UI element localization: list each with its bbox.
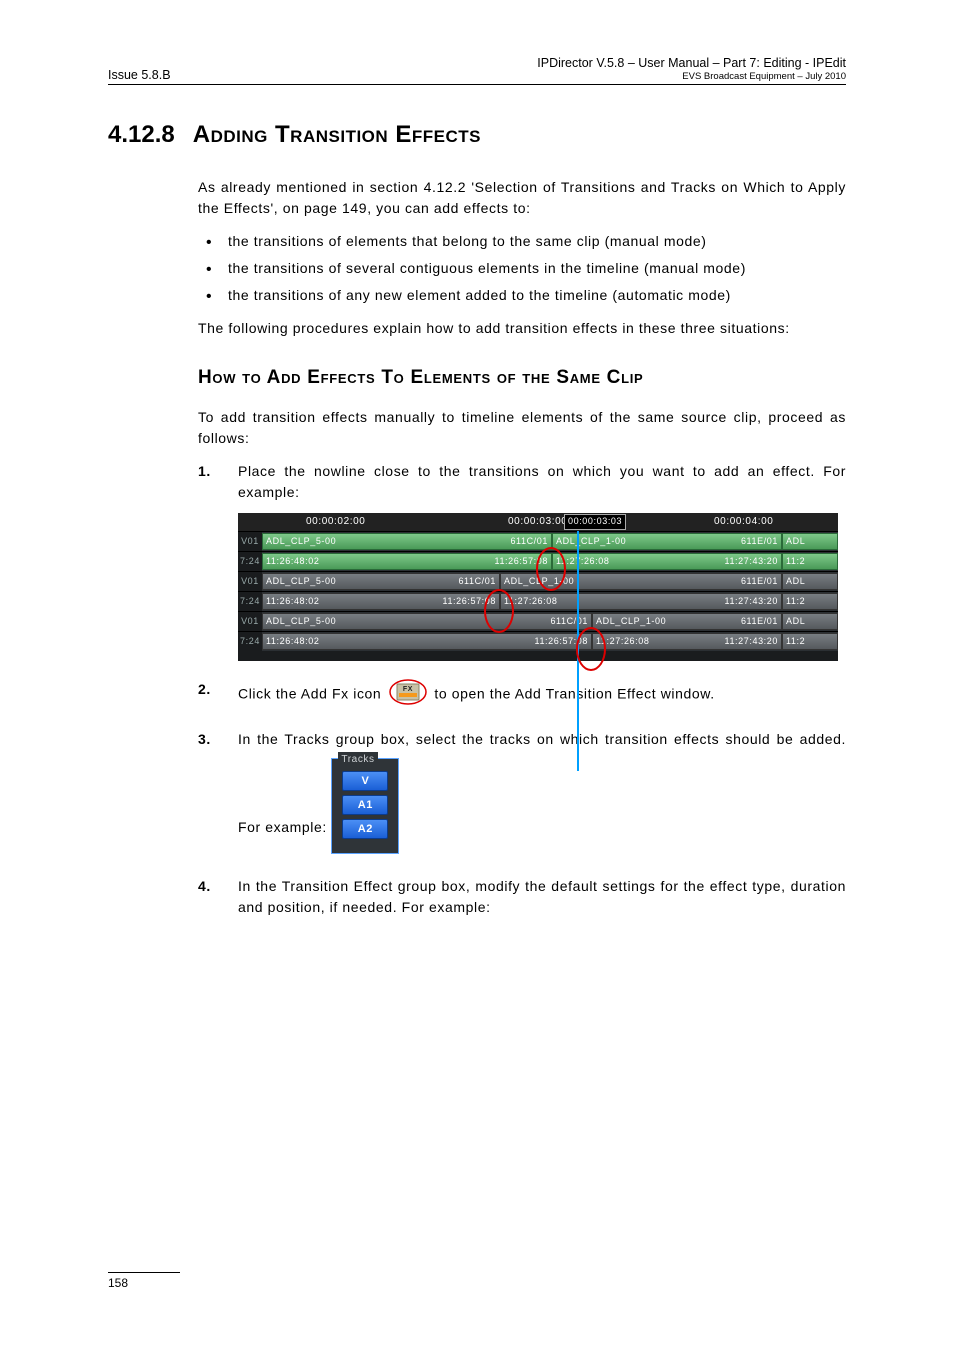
clip-right-label: 11:26:57:08 bbox=[443, 595, 496, 609]
svg-text:FX: FX bbox=[403, 686, 413, 693]
track-row: 7:2411:26:48:0211:26:57:0811:27:26:0811:… bbox=[238, 591, 838, 611]
track-row: 7:2411:26:48:0211:26:57:0811:27:26:0811:… bbox=[238, 551, 838, 571]
timeline-clip[interactable]: ADL_CLP_5-00611C/01 bbox=[262, 573, 500, 590]
content-body: As already mentioned in section 4.12.2 '… bbox=[198, 177, 846, 918]
step-4: In the Transition Effect group box, modi… bbox=[198, 876, 846, 918]
clip-right-label: 11:27:43:20 bbox=[725, 595, 778, 609]
track-lane: 11:26:48:0211:26:57:0811:27:26:0811:27:4… bbox=[262, 591, 838, 611]
timeline-clip[interactable]: 11:27:26:0811:27:43:20 bbox=[552, 553, 782, 570]
intro-paragraph-2: The following procedures explain how to … bbox=[198, 318, 846, 339]
timeline-clip[interactable]: ADL_CLP_1-00611E/01 bbox=[592, 613, 782, 630]
timeline-clip[interactable]: 11:2 bbox=[782, 593, 838, 610]
timeline-figure: 00:00:02:00 00:00:03:00 00:00:03:03 00:0… bbox=[238, 513, 838, 661]
issue-label: Issue 5.8.B bbox=[108, 68, 171, 82]
track-label: 7:24 bbox=[238, 551, 262, 571]
track-label: 7:24 bbox=[238, 591, 262, 611]
step-4-text: In the Transition Effect group box, modi… bbox=[238, 878, 846, 915]
step-2-text-b: to open the Add Transition Effect window… bbox=[434, 686, 714, 702]
track-row: V01ADL_CLP_5-00611C/01ADL_CLP_1-00611E/0… bbox=[238, 571, 838, 591]
step-3-text: In the Tracks group box, select the trac… bbox=[238, 731, 846, 835]
clip-right-label: 611E/01 bbox=[741, 535, 778, 549]
timeline-clip[interactable]: 11:2 bbox=[782, 553, 838, 570]
subsection-title: How to Add Effects To Elements of the Sa… bbox=[198, 367, 846, 389]
track-lane: ADL_CLP_5-00611C/01ADL_CLP_1-00611E/01AD… bbox=[262, 571, 838, 591]
nowline-marker: 00:00:03:03 bbox=[564, 514, 626, 530]
track-row: 7:2411:26:48:0211:26:57:0811:27:26:0811:… bbox=[238, 631, 838, 651]
track-row: V01ADL_CLP_5-00611C/01ADL_CLP_1-00611E/0… bbox=[238, 611, 838, 631]
step-2-text-a: Click the Add Fx icon bbox=[238, 686, 386, 702]
intro-bullets: the transitions of elements that belong … bbox=[198, 231, 846, 306]
tracks-legend: Tracks bbox=[338, 752, 377, 767]
step-2: Click the Add Fx icon FX to open the Add… bbox=[198, 679, 846, 711]
section-title: Adding Transition Effects bbox=[193, 121, 481, 149]
timeline-clip[interactable]: 11:26:48:0211:26:57:08 bbox=[262, 633, 592, 650]
timeline-body: V01ADL_CLP_5-00611C/01ADL_CLP_1-00611E/0… bbox=[238, 531, 838, 651]
track-label: V01 bbox=[238, 611, 262, 631]
add-fx-icon: FX bbox=[389, 679, 427, 711]
bullet-item: the transitions of elements that belong … bbox=[198, 231, 846, 252]
nowline bbox=[577, 531, 579, 771]
track-lane: 11:26:48:0211:26:57:0811:27:26:0811:27:4… bbox=[262, 551, 838, 571]
track-lane: 11:26:48:0211:26:57:0811:27:26:0811:27:4… bbox=[262, 631, 838, 651]
track-v-button[interactable]: V bbox=[342, 771, 388, 791]
timeline-clip[interactable]: ADL_CLP_1-00611E/01 bbox=[552, 533, 782, 550]
timeline-clip[interactable]: ADL bbox=[782, 573, 838, 590]
timeline-clip[interactable]: ADL_CLP_5-00611C/01 bbox=[262, 613, 592, 630]
clip-right-label: 611C/01 bbox=[550, 615, 588, 629]
timeline-clip[interactable]: 11:27:26:0811:27:43:20 bbox=[592, 633, 782, 650]
track-label: V01 bbox=[238, 531, 262, 551]
timeline-ruler: 00:00:02:00 00:00:03:00 00:00:03:03 00:0… bbox=[238, 513, 838, 531]
timeline-clip[interactable]: 11:2 bbox=[782, 633, 838, 650]
clip-right-label: 611C/01 bbox=[510, 535, 548, 549]
ruler-tick-label: 00:00:04:00 bbox=[714, 514, 773, 529]
ruler-tick-label: 00:00:03:00 bbox=[508, 514, 567, 529]
subsection-lead: To add transition effects manually to ti… bbox=[198, 407, 846, 449]
timeline-clip[interactable]: 11:26:48:0211:26:57:08 bbox=[262, 593, 500, 610]
tracks-groupbox: Tracks V A1 A2 bbox=[331, 758, 399, 854]
page-header: Issue 5.8.B IPDirector V.5.8 – User Manu… bbox=[108, 56, 846, 85]
timeline-clip[interactable]: 11:26:48:0211:26:57:08 bbox=[262, 553, 552, 570]
section-number: 4.12.8 bbox=[108, 121, 175, 149]
bullet-item: the transitions of any new element added… bbox=[198, 285, 846, 306]
doc-title: IPDirector V.5.8 – User Manual – Part 7:… bbox=[537, 56, 846, 70]
clip-right-label: 611E/01 bbox=[741, 575, 778, 589]
steps-list: Place the nowline close to the transitio… bbox=[198, 461, 846, 918]
step-1-text: Place the nowline close to the transitio… bbox=[238, 463, 846, 500]
timeline-clip[interactable]: ADL_CLP_5-00611C/01 bbox=[262, 533, 552, 550]
timeline-clip[interactable]: 11:27:26:0811:27:43:20 bbox=[500, 593, 782, 610]
clip-right-label: 11:27:43:20 bbox=[725, 555, 778, 569]
clip-right-label: 11:27:43:20 bbox=[725, 635, 778, 649]
timeline-clip[interactable]: ADL bbox=[782, 613, 838, 630]
section-heading: 4.12.8 Adding Transition Effects bbox=[108, 121, 846, 149]
clip-right-label: 611E/01 bbox=[741, 615, 778, 629]
track-label: 7:24 bbox=[238, 631, 262, 651]
step-3: In the Tracks group box, select the trac… bbox=[198, 729, 846, 858]
bullet-item: the transitions of several contiguous el… bbox=[198, 258, 846, 279]
track-label: V01 bbox=[238, 571, 262, 591]
track-a1-button[interactable]: A1 bbox=[342, 795, 388, 815]
header-right: IPDirector V.5.8 – User Manual – Part 7:… bbox=[537, 56, 846, 82]
timeline-clip[interactable]: ADL bbox=[782, 533, 838, 550]
step-1: Place the nowline close to the transitio… bbox=[198, 461, 846, 661]
timeline-clip[interactable]: ADL_CLP_1-00611E/01 bbox=[500, 573, 782, 590]
intro-paragraph-1: As already mentioned in section 4.12.2 '… bbox=[198, 177, 846, 219]
timeline-footer bbox=[238, 651, 838, 661]
clip-right-label: 11:26:57:08 bbox=[535, 635, 588, 649]
track-row: V01ADL_CLP_5-00611C/01ADL_CLP_1-00611E/0… bbox=[238, 531, 838, 551]
clip-right-label: 11:26:57:08 bbox=[495, 555, 548, 569]
ruler-tick-label: 00:00:02:00 bbox=[306, 514, 365, 529]
track-a2-button[interactable]: A2 bbox=[342, 819, 388, 839]
track-lane: ADL_CLP_5-00611C/01ADL_CLP_1-00611E/01AD… bbox=[262, 531, 838, 551]
page-number: 158 bbox=[108, 1272, 180, 1290]
track-lane: ADL_CLP_5-00611C/01ADL_CLP_1-00611E/01AD… bbox=[262, 611, 838, 631]
doc-company: EVS Broadcast Equipment – July 2010 bbox=[537, 71, 846, 82]
clip-right-label: 611C/01 bbox=[458, 575, 496, 589]
